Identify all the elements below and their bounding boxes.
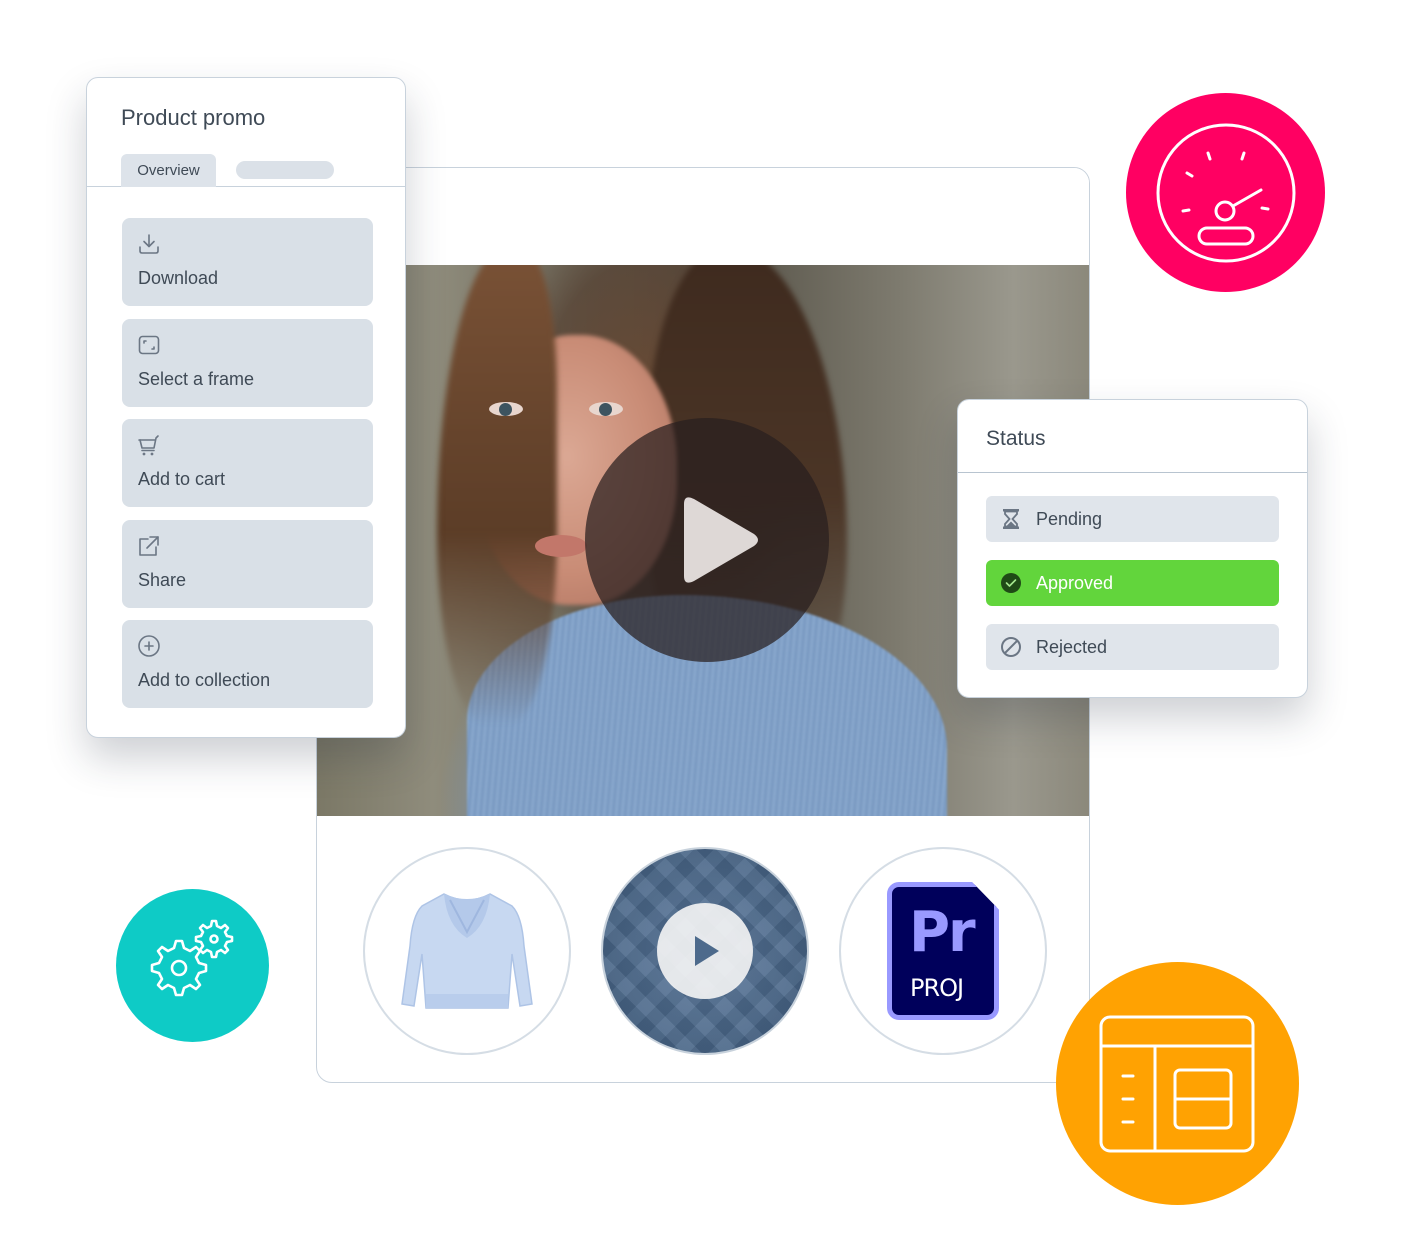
file-app-label: Pr	[909, 900, 976, 965]
share-label: Share	[138, 569, 187, 590]
add-to-cart-label: Add to cart	[138, 469, 226, 489]
hero-photo-hair-left	[437, 265, 557, 725]
file-extension-label: PROJ	[910, 974, 964, 1002]
download-icon	[139, 234, 159, 254]
frame-icon	[138, 335, 160, 354]
status-divider	[958, 472, 1307, 473]
check-circle-icon	[1000, 572, 1022, 594]
status-option-rejected[interactable]: Rejected	[986, 624, 1279, 670]
media-card-header	[317, 168, 1089, 266]
tab-placeholder[interactable]	[236, 161, 334, 179]
action-list: Download Select a frame Add to cart Shar…	[122, 218, 373, 721]
layout-icon	[1099, 1015, 1254, 1152]
product-promo-panel: Product promo Overview Download Select a…	[86, 77, 406, 738]
thumbnail-sweater-image[interactable]	[363, 847, 571, 1055]
select-frame-label: Select a frame	[138, 368, 255, 389]
hero-photo-eye-right	[589, 402, 623, 416]
sweater-image	[401, 893, 533, 1009]
status-title: Status	[986, 427, 1046, 450]
plus-circle-icon	[138, 635, 160, 657]
status-label-approved: Approved	[1036, 572, 1114, 593]
play-icon	[684, 497, 758, 583]
download-button[interactable]: Download	[122, 218, 373, 306]
share-icon	[139, 535, 159, 556]
thumbnail-play-button[interactable]	[657, 903, 753, 999]
hourglass-icon	[1000, 508, 1022, 530]
panel-tabs: Overview	[87, 152, 405, 187]
gears-badge	[116, 889, 269, 1042]
panel-title: Product promo	[121, 105, 266, 130]
add-to-cart-button[interactable]: Add to cart	[122, 419, 373, 507]
status-label-pending: Pending	[1036, 508, 1103, 529]
status-option-pending[interactable]: Pending	[986, 496, 1279, 542]
tab-overview[interactable]: Overview	[121, 154, 216, 187]
hero-photo-lips	[535, 535, 587, 557]
status-option-approved[interactable]: Approved	[986, 560, 1279, 606]
share-button[interactable]: Share	[122, 519, 373, 608]
add-to-collection-label: Add to collection	[138, 670, 271, 690]
speedometer-icon	[1156, 123, 1295, 262]
thumbnail-fabric-video[interactable]	[601, 847, 809, 1055]
thumbnail-premiere-file[interactable]: Pr PROJ	[839, 847, 1047, 1055]
gears-icon	[150, 919, 233, 996]
hero-photo-eye-left	[489, 402, 523, 416]
premiere-project-file-icon: Pr PROJ	[887, 882, 999, 1020]
play-icon	[695, 936, 719, 966]
download-label: Download	[138, 268, 219, 288]
layout-badge	[1056, 962, 1299, 1205]
cart-icon	[138, 435, 159, 456]
play-button[interactable]	[585, 418, 829, 662]
speedometer-badge	[1126, 93, 1325, 292]
select-frame-button[interactable]: Select a frame	[122, 318, 373, 407]
status-panel: Status Pending Approved Rejected	[957, 399, 1308, 698]
thumbnail-strip: Pr PROJ	[363, 847, 1053, 1055]
prohibited-icon	[1000, 636, 1022, 658]
status-label-rejected: Rejected	[1036, 636, 1108, 657]
add-to-collection-button[interactable]: Add to collection	[122, 620, 373, 708]
